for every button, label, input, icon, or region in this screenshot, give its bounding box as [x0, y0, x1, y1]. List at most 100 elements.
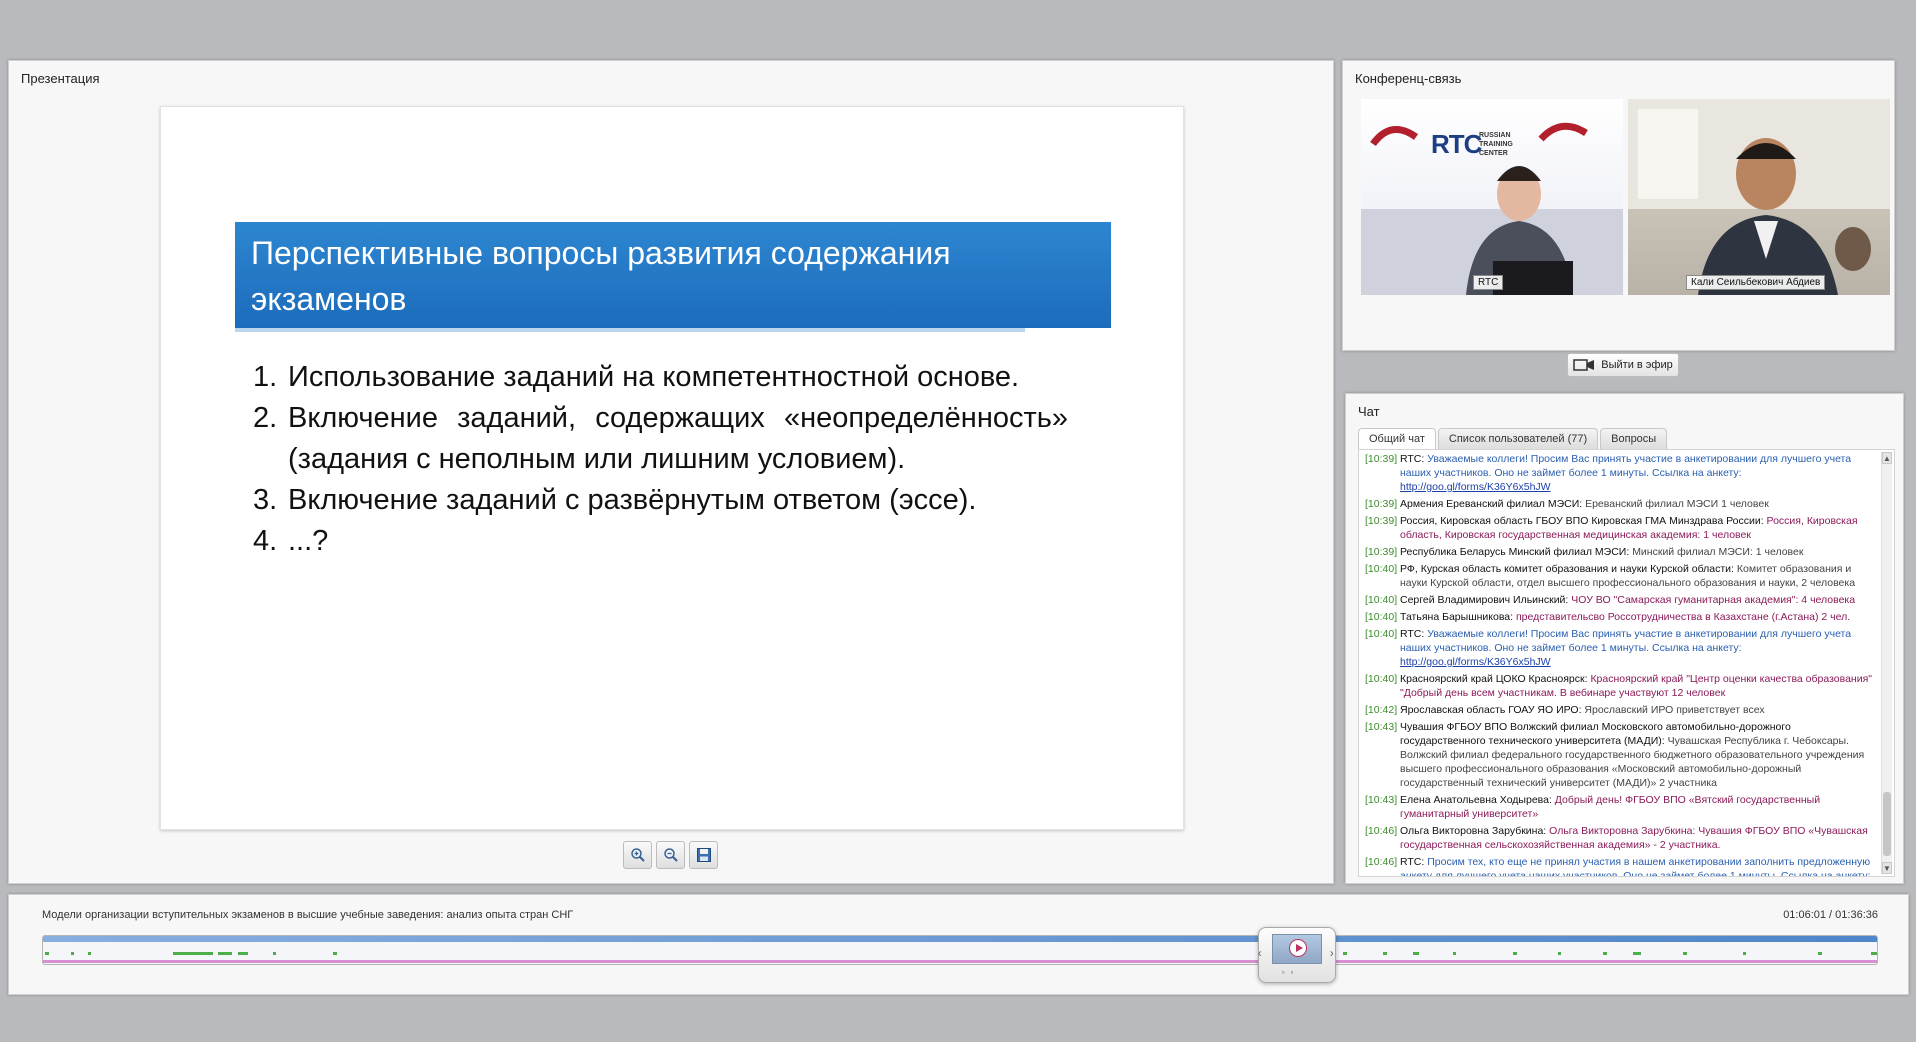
message-time: [10:39] [1365, 515, 1398, 527]
scroll-down-icon[interactable]: ▼ [1882, 862, 1892, 874]
save-icon [696, 848, 711, 862]
playhead-preview [1271, 934, 1322, 964]
message-author: RTC: [1400, 628, 1425, 640]
activity-marker [1413, 952, 1419, 955]
message-time: [10:39] [1365, 546, 1398, 558]
slide-list-item: 4. ...? [253, 521, 1068, 562]
tab-user-list[interactable]: Список пользователей (77) [1437, 428, 1599, 450]
speaker-scene [1628, 99, 1890, 295]
chat-message: [10:46] RTC: Просим тех, кто еще не приня… [1365, 855, 1875, 876]
slide: Перспективные вопросы развития содержани… [160, 106, 1184, 830]
activity-marker [173, 952, 213, 955]
message-time: [10:43] [1365, 794, 1398, 806]
tab-general-chat[interactable]: Общий чат [1358, 428, 1436, 450]
activity-marker [218, 952, 232, 955]
activity-marker [71, 952, 74, 955]
chat-message: [10:40] Красноярский край ЦОКО Красноярск… [1365, 672, 1875, 700]
prev-arrow-icon[interactable]: ‹ [1258, 946, 1262, 960]
message-time: [10:46] [1365, 856, 1398, 868]
chat-message: [10:42] Ярославская область ГОАУ ЯО ИРО: … [1365, 703, 1875, 717]
slide-item-number: 1. [253, 361, 278, 393]
message-time: [10:42] [1365, 704, 1398, 716]
save-button[interactable] [689, 841, 718, 869]
chat-panel: Чат Общий чат Список пользователей (77) … [1345, 393, 1904, 884]
message-author: Армения Ереванский филиал МЭСИ: [1400, 498, 1583, 510]
conference-panel: Конференц-связь RTC RUSSIAN TRAINING CEN… [1342, 60, 1895, 377]
message-body: Красноярский край ЦОКО Красноярск: Красн… [1400, 672, 1875, 700]
message-body: Татьяна Барышникова: представительсво Ро… [1400, 610, 1875, 624]
playback-time: 01:06:01 / 01:36:36 [1783, 909, 1878, 921]
zoom-in-button[interactable] [623, 841, 652, 869]
message-body: Ольга Викторовна Зарубкина: Ольга Виктор… [1400, 824, 1875, 852]
message-link[interactable]: http://goo.gl/forms/K36Y6x5hJW [1400, 481, 1551, 493]
slide-item-text: ...? [288, 525, 329, 557]
slide-item-text: Включение заданий с развёрнутым ответом … [288, 484, 977, 516]
message-author: Елена Анатольевна Ходырева: [1400, 794, 1552, 806]
tab-questions[interactable]: Вопросы [1600, 428, 1668, 450]
message-text: Уважаемые коллеги! Просим Вас принять уч… [1400, 453, 1852, 479]
slide-item-number: 4. [253, 525, 278, 557]
rtc-banner-text: RUSSIAN TRAINING CENTER [1479, 132, 1513, 157]
message-text: ЧОУ ВО "Самарская гуманитарная академия"… [1571, 594, 1856, 606]
message-author: Россия, Кировская область ГБОУ ВПО Киров… [1400, 515, 1764, 527]
message-text: Уважаемые коллеги! Просим Вас принять уч… [1400, 628, 1852, 654]
next-arrow-icon[interactable]: › [1330, 946, 1334, 960]
message-body: Чувашия ФГБОУ ВПО Волжский филиал Москов… [1400, 720, 1875, 790]
message-author: Ярославская область ГОАУ ЯО ИРО: [1400, 704, 1582, 716]
chat-scrollbar[interactable]: ▲ ▼ [1881, 452, 1892, 874]
go-on-air-button[interactable]: Выйти в эфир [1567, 353, 1679, 377]
slide-heading-line-2: экзаменов [251, 281, 407, 317]
zoom-in-icon [630, 848, 645, 862]
slide-item-number: 3. [253, 484, 278, 516]
message-body: RTC: Уважаемые коллеги! Просим Вас приня… [1400, 452, 1875, 494]
activity-marker [1513, 952, 1517, 955]
activity-marker [45, 952, 49, 955]
message-text: Ярославский ИРО приветствует всех [1584, 704, 1765, 716]
message-author: РФ, Курская область комитет образования … [1400, 563, 1734, 575]
chat-message: [10:40] RTC: Уважаемые коллеги! Просим Ва… [1365, 627, 1875, 669]
message-text: представительсво Россотрудничества в Каз… [1515, 611, 1851, 623]
scroll-thumb[interactable] [1883, 792, 1891, 856]
video-feed-rtc[interactable]: RTC RUSSIAN TRAINING CENTER RTC [1361, 99, 1623, 295]
timeline-audio-line [43, 960, 1877, 963]
message-time: [10:40] [1365, 673, 1398, 685]
chat-message: [10:43] Елена Анатольевна Ходырева: Добры… [1365, 793, 1875, 821]
chat-tabs: Общий чат Список пользователей (77) Вопр… [1358, 428, 1668, 450]
message-body: RTC: Просим тех, кто еще не принял участ… [1400, 855, 1875, 876]
camera-icon [1573, 359, 1595, 371]
chat-message: [10:39] Россия, Кировская область ГБОУ ВП… [1365, 514, 1875, 542]
activity-marker [1743, 952, 1746, 955]
message-body: Россия, Кировская область ГБОУ ВПО Киров… [1400, 514, 1875, 542]
timeline-track[interactable] [42, 935, 1878, 965]
play-icon[interactable] [1288, 939, 1307, 957]
message-time: [10:39] [1365, 498, 1398, 510]
slide-item-text: Использование заданий на компетентностно… [288, 361, 1020, 393]
slide-banner-underline [235, 328, 1025, 332]
activity-marker [1343, 952, 1347, 955]
playhead-handle[interactable]: ‹ › ▫▫ [1257, 927, 1336, 983]
slide-heading: Перспективные вопросы развития содержани… [251, 230, 1101, 322]
chat-message-area[interactable]: [10:39] RTC: Уважаемые коллеги! Просим Ва… [1358, 449, 1895, 877]
slide-heading-line-1: Перспективные вопросы развития содержани… [251, 235, 951, 271]
slide-list: 1. Использование заданий на компетентнос… [253, 357, 1068, 562]
message-body: Сергей Владимирович Ильинский: ЧОУ ВО "С… [1400, 593, 1875, 607]
activity-markers [43, 952, 1877, 956]
message-time: [10:40] [1365, 594, 1398, 606]
presentation-title: Презентация [21, 71, 100, 86]
presentation-panel: Презентация Перспективные вопросы развит… [8, 60, 1334, 884]
message-link[interactable]: http://goo.gl/forms/K36Y6x5hJW [1400, 656, 1551, 668]
slide-item-number: 2. [253, 402, 278, 434]
message-body: Армения Ереванский филиал МЭСИ: Ереванск… [1400, 497, 1875, 511]
message-time: [10:40] [1365, 628, 1398, 640]
video-feed-speaker[interactable]: Кали Сеильбекович Абдиев [1628, 99, 1890, 295]
activity-marker [1683, 952, 1687, 955]
zoom-out-button[interactable] [656, 841, 685, 869]
chat-message: [10:46] Ольга Викторовна Зарубкина: Ольга… [1365, 824, 1875, 852]
message-body: Республика Беларусь Минский филиал МЭСИ:… [1400, 545, 1875, 559]
playhead-mini-icons: ▫▫ [1281, 968, 1300, 977]
video-label: Кали Сеильбекович Абдиев [1686, 275, 1826, 290]
chat-message: [10:40] Сергей Владимирович Ильинский: ЧО… [1365, 593, 1875, 607]
scroll-up-icon[interactable]: ▲ [1882, 452, 1892, 464]
message-author: Красноярский край ЦОКО Красноярск: [1400, 673, 1588, 685]
chat-message-list: [10:39] RTC: Уважаемые коллеги! Просим Ва… [1365, 452, 1875, 876]
